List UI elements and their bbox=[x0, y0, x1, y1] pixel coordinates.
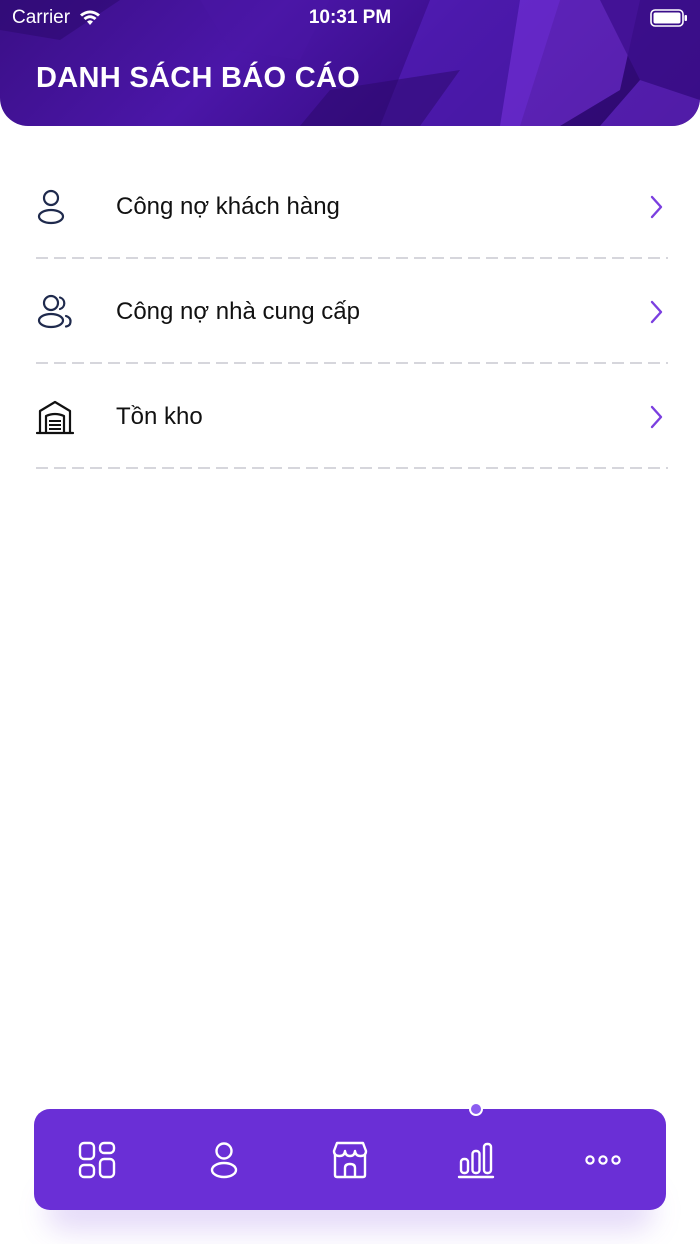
report-item-inventory[interactable]: Tồn kho bbox=[36, 364, 668, 469]
report-item-label: Công nợ khách hàng bbox=[116, 192, 340, 220]
tab-reports[interactable] bbox=[436, 1120, 516, 1200]
warehouse-icon bbox=[36, 397, 86, 437]
battery-icon bbox=[650, 9, 687, 27]
tab-dashboard[interactable] bbox=[57, 1120, 137, 1200]
page-title: DANH SÁCH BÁO CÁO bbox=[36, 62, 361, 94]
tab-customers[interactable] bbox=[184, 1120, 264, 1200]
more-icon bbox=[585, 1154, 621, 1165]
store-icon bbox=[332, 1141, 368, 1178]
users-icon bbox=[36, 292, 86, 332]
chevron-right-icon bbox=[650, 405, 663, 428]
report-item-label: Công nợ nhà cung cấp bbox=[116, 297, 360, 325]
tab-more[interactable] bbox=[563, 1120, 643, 1200]
report-item-supplier-debt[interactable]: Công nợ nhà cung cấp bbox=[36, 259, 668, 364]
bar-chart-icon bbox=[458, 1142, 495, 1178]
chevron-right-icon bbox=[650, 195, 663, 218]
report-item-label: Tồn kho bbox=[116, 402, 203, 430]
user-icon bbox=[210, 1141, 237, 1178]
chevron-right-icon bbox=[650, 300, 663, 323]
status-bar: Carrier 10:31 PM bbox=[0, 0, 700, 36]
tab-store[interactable] bbox=[310, 1120, 390, 1200]
report-item-customer-debt[interactable]: Công nợ khách hàng bbox=[36, 154, 668, 259]
report-list: Công nợ khách hàng Công nợ nhà cung cấp bbox=[36, 154, 668, 469]
grid-icon bbox=[78, 1141, 116, 1178]
bottom-tab-bar bbox=[34, 1109, 666, 1210]
status-time: 10:31 PM bbox=[308, 7, 392, 28]
active-tab-indicator bbox=[469, 1102, 483, 1116]
header-banner: Carrier 10:31 PM DANH SÁCH BÁO CÁO bbox=[0, 0, 700, 126]
user-icon bbox=[36, 187, 86, 227]
